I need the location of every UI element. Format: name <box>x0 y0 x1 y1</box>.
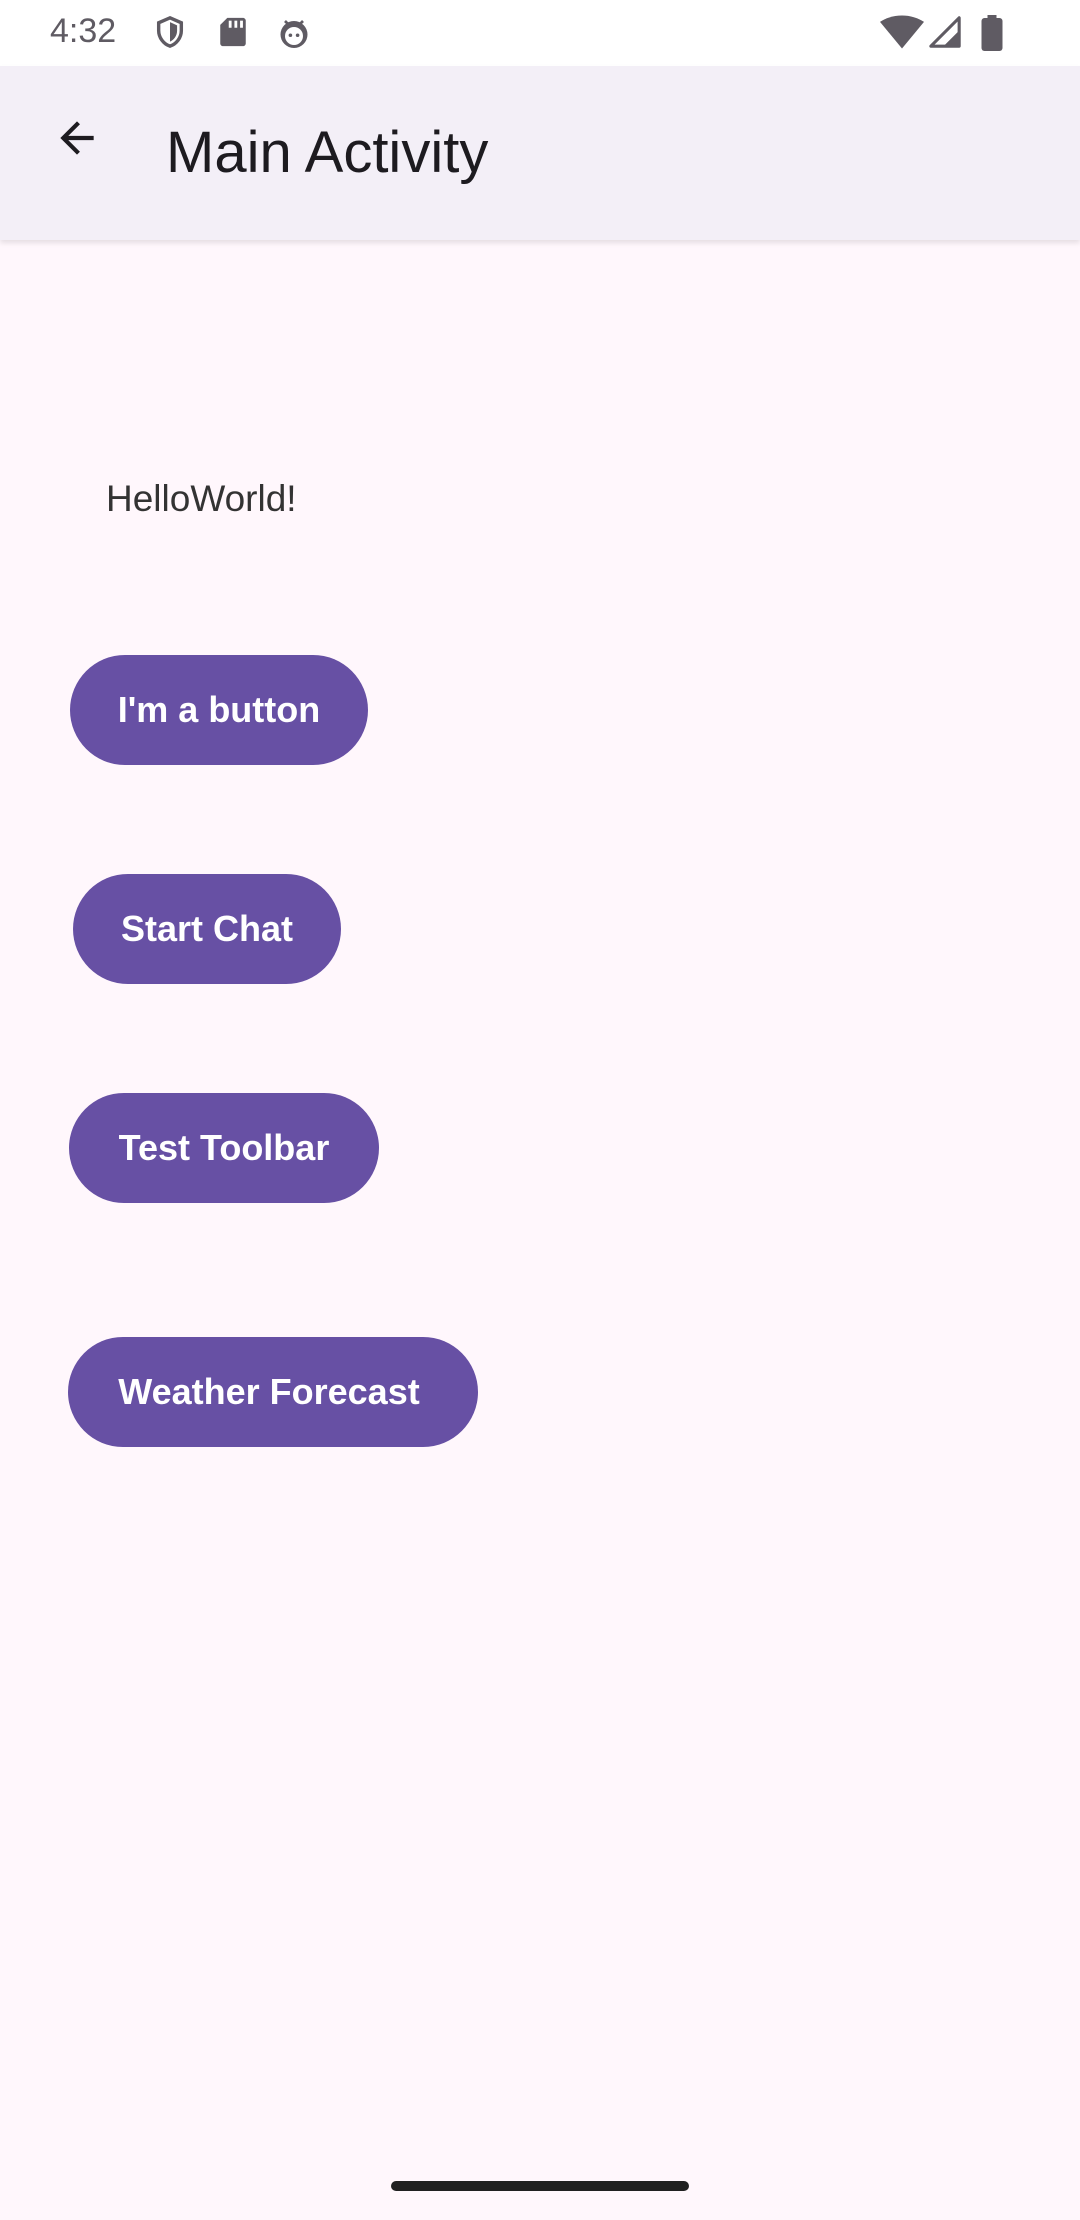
sd-card-icon <box>216 15 250 54</box>
wifi-icon <box>880 15 924 54</box>
shield-icon <box>153 15 187 54</box>
gesture-navigation-bar[interactable] <box>391 2181 689 2191</box>
arrow-back-icon <box>52 113 102 168</box>
weather-forecast-button[interactable]: Weather Forecast <box>68 1337 478 1447</box>
page-title: Main Activity <box>166 120 489 185</box>
back-button[interactable] <box>44 107 110 173</box>
status-bar: 4:32 <box>0 0 1080 66</box>
battery-icon <box>980 15 1004 56</box>
app-bar: Main Activity <box>0 66 1080 240</box>
start-chat-button[interactable]: Start Chat <box>73 874 341 984</box>
cellular-signal-icon <box>928 15 962 54</box>
test-toolbar-button[interactable]: Test Toolbar <box>69 1093 379 1203</box>
android-debug-icon <box>276 15 312 56</box>
status-time: 4:32 <box>50 12 117 50</box>
hello-world-text: HelloWorld! <box>106 478 297 519</box>
im-a-button[interactable]: I'm a button <box>70 655 368 765</box>
